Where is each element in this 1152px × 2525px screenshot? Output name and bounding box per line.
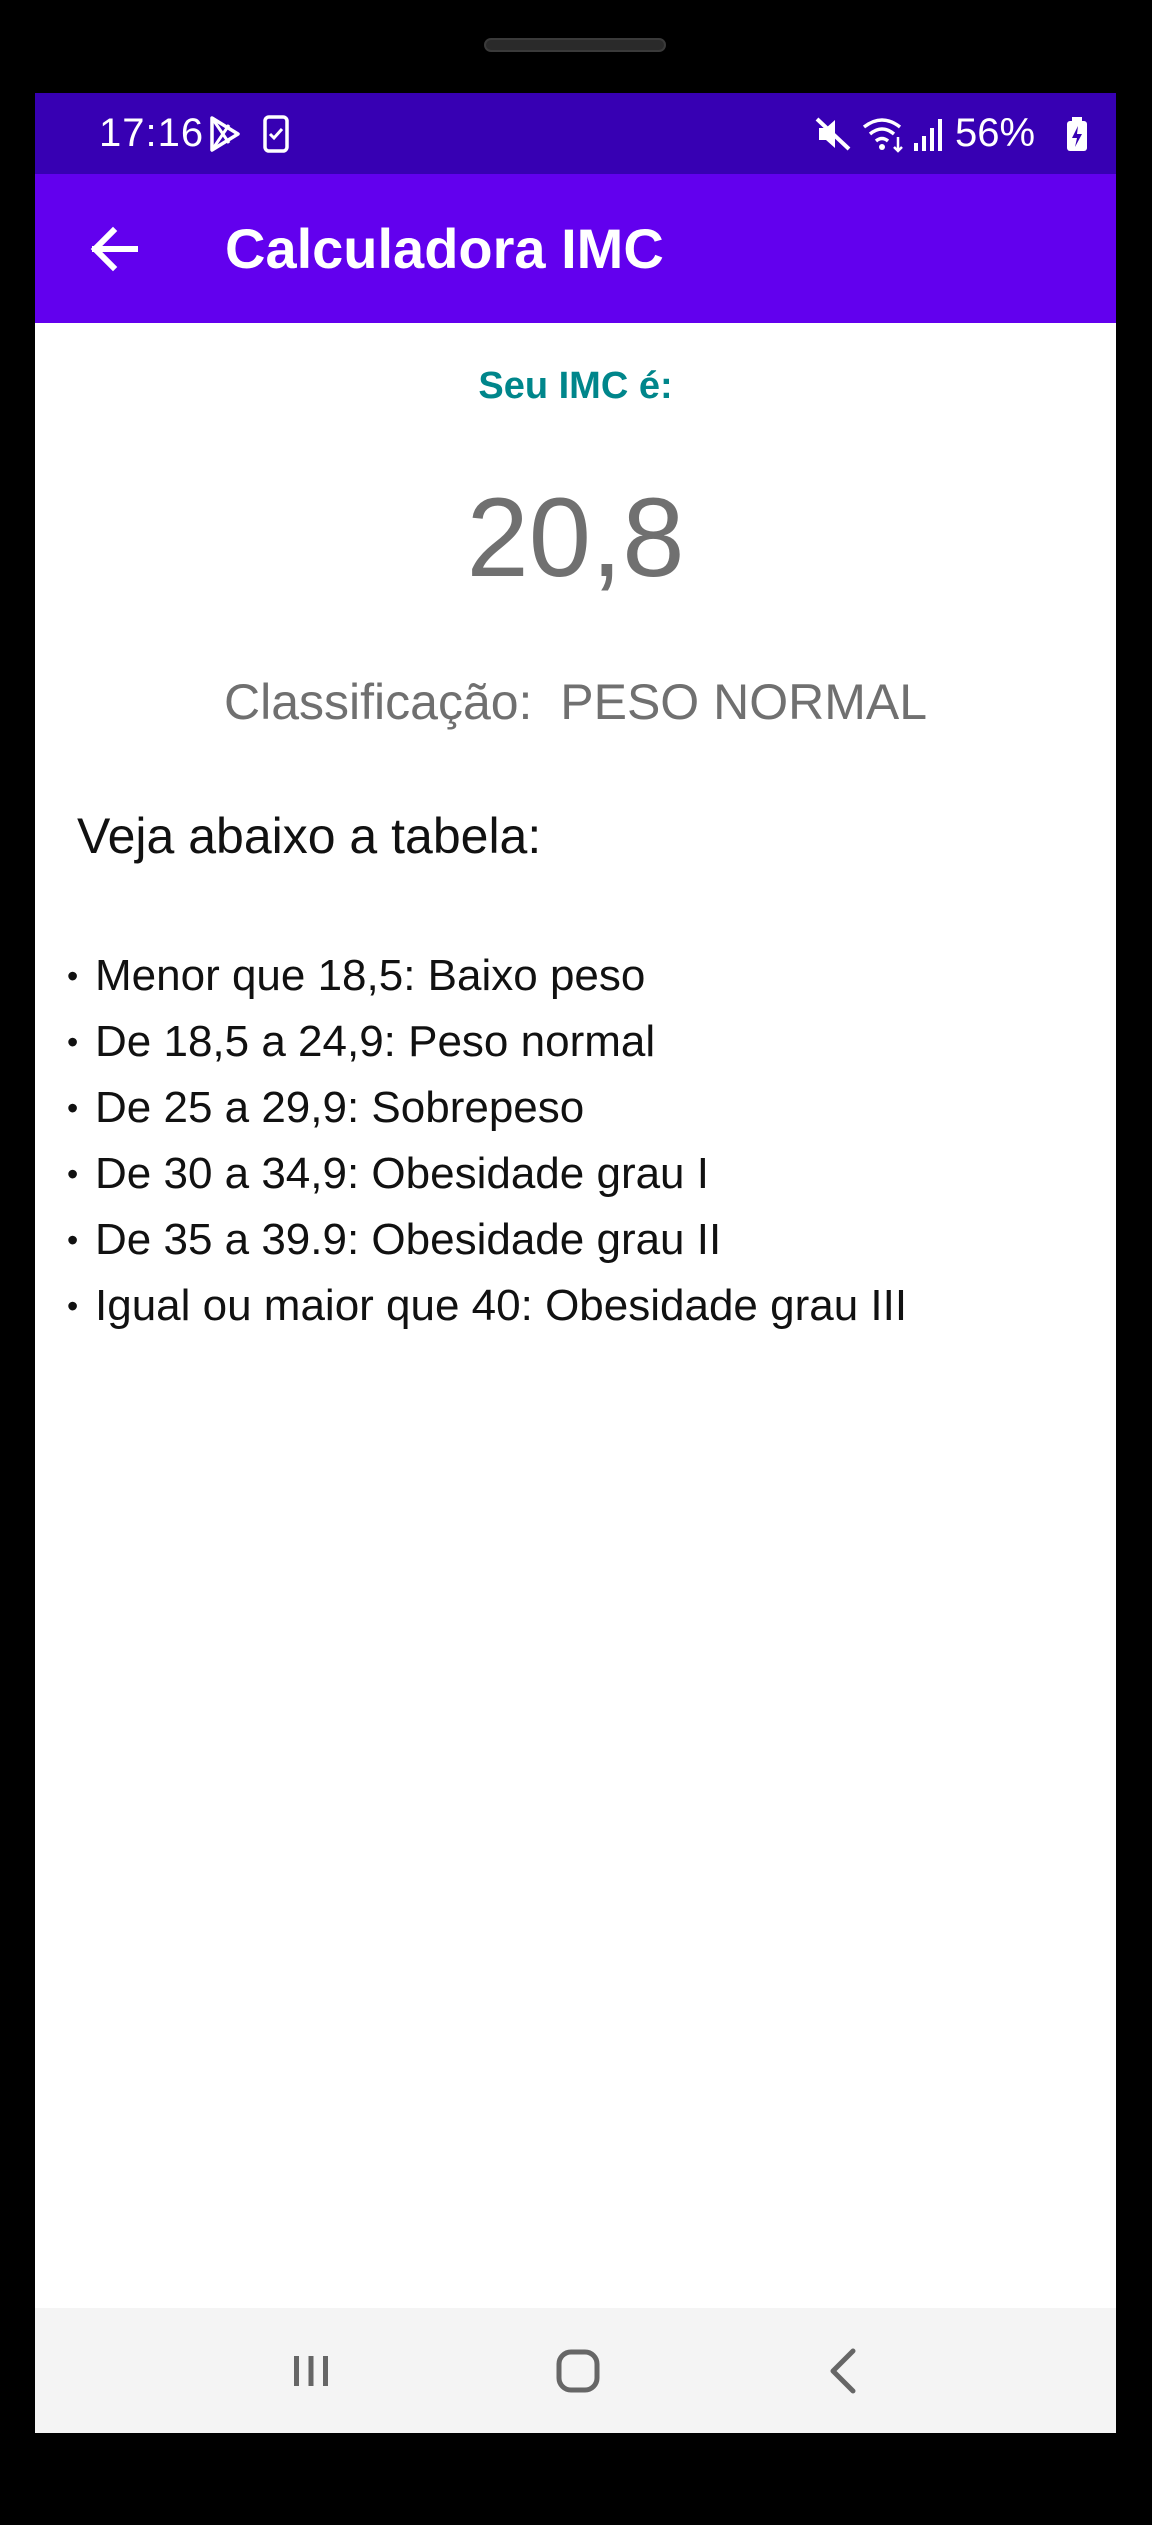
speaker-grille — [484, 38, 666, 52]
range-text: De 35 a 39.9: Obesidade grau II — [95, 1215, 722, 1264]
status-bar: 17:16 56% — [35, 93, 1116, 174]
bullet: • — [67, 1288, 79, 1324]
mute-icon — [815, 117, 851, 151]
classification: Classificação: PESO NORMAL — [35, 673, 1116, 731]
list-item: • De 30 a 34,9: Obesidade grau I — [67, 1141, 907, 1207]
battery-percent: 56% — [955, 111, 1036, 155]
phone-check-icon — [263, 115, 289, 153]
range-text: De 18,5 a 24,9: Peso normal — [95, 1017, 656, 1066]
home-icon[interactable] — [538, 2338, 618, 2404]
imc-value: 20,8 — [466, 475, 685, 600]
phone-frame: 17:16 56% Calculadora IMC Seu IMC é: 20,… — [0, 0, 1152, 2525]
app-title: Calculadora IMC — [225, 217, 664, 280]
classification-value: PESO NORMAL — [560, 674, 927, 730]
table-heading: Veja abaixo a tabela: — [77, 808, 542, 864]
bullet: • — [67, 1090, 79, 1126]
system-nav-bar — [35, 2308, 1116, 2433]
nav-back-icon[interactable] — [805, 2338, 885, 2404]
range-text: Menor que 18,5: Baixo peso — [95, 951, 646, 1000]
list-item: • De 18,5 a 24,9: Peso normal — [67, 1009, 907, 1075]
bullet: • — [67, 1024, 79, 1060]
list-item: • Igual ou maior que 40: Obesidade grau I… — [67, 1273, 907, 1339]
imc-label: Seu IMC é: — [478, 365, 673, 407]
list-item: • De 25 a 29,9: Sobrepeso — [67, 1075, 907, 1141]
status-time: 17:16 — [99, 111, 205, 155]
wifi-icon — [862, 118, 903, 153]
list-item: • De 35 a 39.9: Obesidade grau II — [67, 1207, 907, 1273]
list-item: • Menor que 18,5: Baixo peso — [67, 943, 907, 1009]
bullet: • — [67, 1222, 79, 1258]
arrow-back-icon[interactable] — [75, 209, 155, 289]
bullet: • — [67, 1156, 79, 1192]
range-text: De 25 a 29,9: Sobrepeso — [95, 1083, 585, 1132]
screen: 17:16 56% Calculadora IMC Seu IMC é: 20,… — [35, 93, 1116, 2433]
classification-label: Classificação: — [224, 674, 533, 730]
imc-ranges-list: • Menor que 18,5: Baixo peso • De 18,5 a 2… — [67, 943, 907, 1339]
bullet: • — [67, 958, 79, 994]
battery-charging-icon — [1067, 117, 1087, 151]
range-text: De 30 a 34,9: Obesidade grau I — [95, 1149, 709, 1198]
recents-icon[interactable] — [271, 2338, 351, 2404]
signal-icon — [914, 119, 942, 151]
range-text: Igual ou maior que 40: Obesidade grau II… — [95, 1281, 908, 1330]
play-store-icon — [210, 116, 240, 152]
app-bar: Calculadora IMC — [35, 174, 1116, 323]
